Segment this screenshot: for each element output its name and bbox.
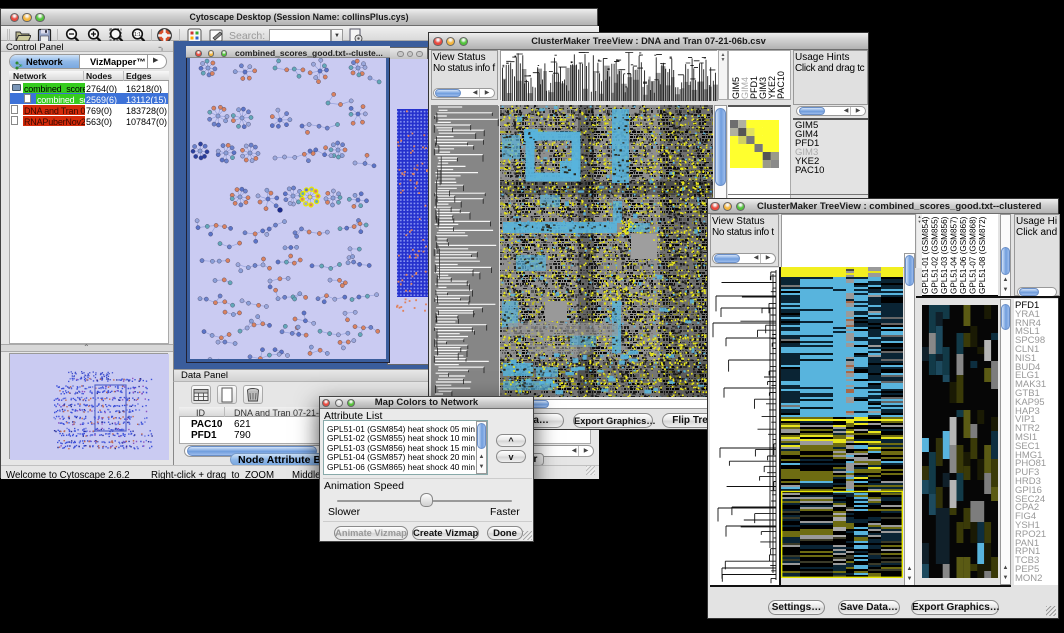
svg-text:GPL51-07 (GSM868): GPL51-07 (GSM868) xyxy=(969,216,978,294)
svg-text:GPL51-04 (GSM857): GPL51-04 (GSM857) xyxy=(950,216,959,294)
svg-text:PAC10: PAC10 xyxy=(776,71,786,99)
svg-text:GPL51-02 (GSM855): GPL51-02 (GSM855) xyxy=(931,216,940,294)
svg-text:1:1: 1:1 xyxy=(134,32,141,38)
svg-text:GPL51-08 (GSM872): GPL51-08 (GSM872) xyxy=(978,216,987,294)
svg-text:GPL51-06 (GSM865): GPL51-06 (GSM865) xyxy=(959,216,968,294)
svg-text:GPL51-01 (GSM854): GPL51-01 (GSM854) xyxy=(922,216,930,294)
svg-text:GPL51-03 (GSM856): GPL51-03 (GSM856) xyxy=(940,216,949,294)
